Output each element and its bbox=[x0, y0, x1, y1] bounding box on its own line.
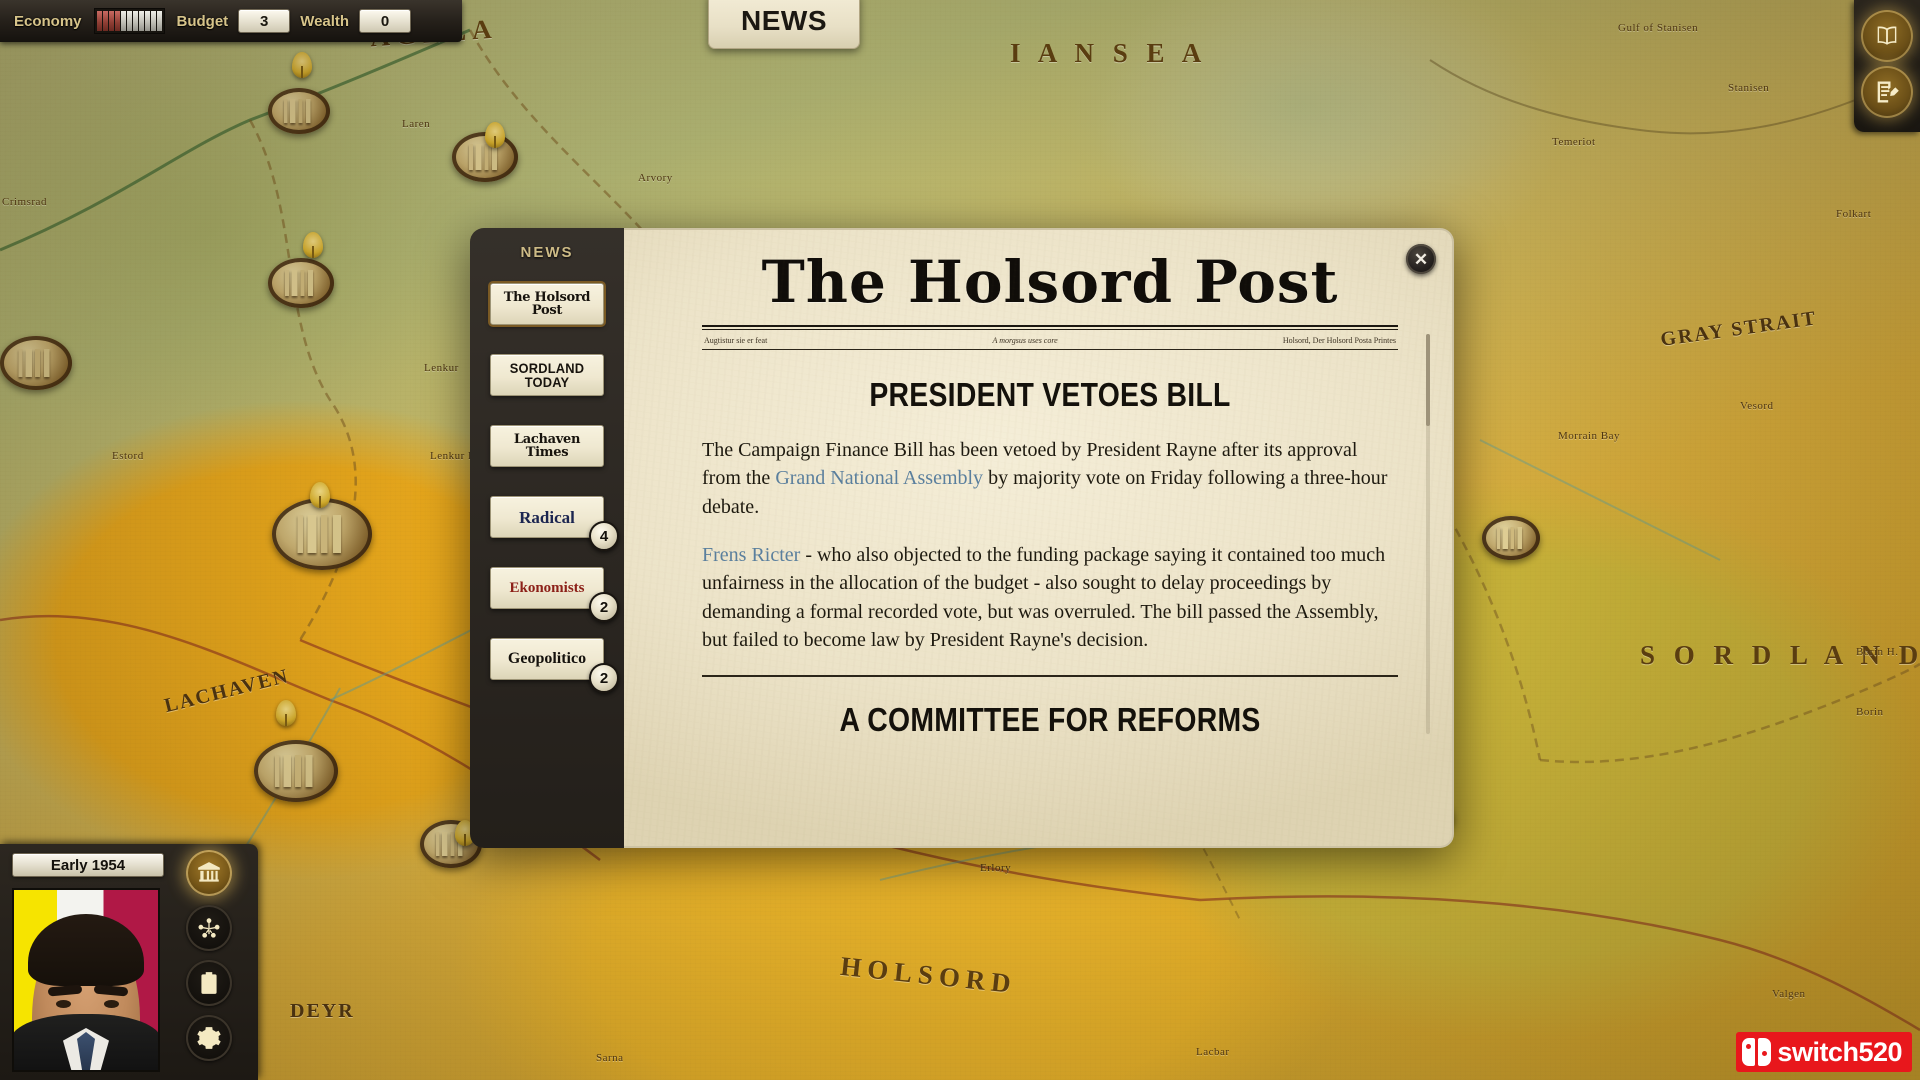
economy-segment bbox=[114, 11, 120, 31]
newspaper-tab-2[interactable]: Lachaven Times bbox=[490, 425, 604, 467]
paragraph-2-text: - who also objected to the funding packa… bbox=[702, 544, 1386, 652]
masthead-rule bbox=[702, 324, 1398, 332]
newspaper-tab-label: The Holsord Post bbox=[503, 290, 591, 318]
newspaper-masthead: The Holsord Post bbox=[761, 248, 1339, 316]
article-divider bbox=[702, 674, 1398, 677]
news-article-page: ✕ The Holsord Post Augtistur sie er feat… bbox=[624, 228, 1454, 848]
byline-middle: A morgsus uses core bbox=[992, 335, 1058, 345]
byline-left: Augtistur sie er feat bbox=[704, 335, 768, 345]
notepad-edit-icon bbox=[1877, 81, 1899, 103]
economy-segment bbox=[120, 11, 126, 31]
book-icon bbox=[1877, 26, 1897, 45]
article-paragraph-2: Frens Ricter - who also objected to the … bbox=[702, 541, 1398, 655]
newspaper-tab-badge: 4 bbox=[589, 521, 619, 551]
news-top-tab[interactable]: NEWS bbox=[708, 0, 860, 49]
article-headline-2: A COMMITTEE FOR REFORMS bbox=[839, 700, 1261, 738]
economy-segment bbox=[126, 11, 132, 31]
bottom-left-hud: Early 1954 bbox=[0, 844, 258, 1080]
close-icon[interactable]: ✕ bbox=[1406, 244, 1436, 274]
newspaper-tab-label: Ekonomists bbox=[509, 579, 585, 596]
wealth-label: Wealth bbox=[300, 12, 350, 30]
newspaper-tab-label: SORDLAND TODAY bbox=[509, 360, 585, 390]
budget-value: 3 bbox=[238, 9, 291, 33]
gear-icon-button[interactable] bbox=[186, 1015, 232, 1061]
date-plate: Early 1954 bbox=[12, 853, 164, 877]
government-building-icon-button[interactable] bbox=[186, 850, 232, 896]
economy-meter bbox=[93, 8, 165, 34]
newspaper-tab-list: The Holsord Post SORDLAND TODAY Lachaven T… bbox=[470, 283, 624, 693]
link-frens-ricter[interactable]: Frens Ricter bbox=[702, 544, 800, 566]
gear-icon bbox=[197, 1027, 221, 1049]
newspaper-byline: Augtistur sie er feat A morgsus uses cor… bbox=[702, 332, 1398, 350]
economy-segment bbox=[156, 11, 162, 31]
newspaper-tab-1[interactable]: SORDLAND TODAY bbox=[490, 354, 604, 396]
economy-segment bbox=[150, 11, 156, 31]
news-sidebar-title: NEWS bbox=[520, 244, 574, 261]
budget-label: Budget bbox=[176, 12, 229, 30]
government-building-icon bbox=[198, 862, 220, 882]
newspaper-tab-label: Radical bbox=[519, 507, 575, 527]
newspaper-tab-3[interactable]: Radical 4 bbox=[490, 496, 619, 551]
news-panel: NEWS The Holsord Post SORDLAND TODAY Lacha… bbox=[470, 228, 1454, 848]
newspaper-tab-label: Lachaven Times bbox=[513, 432, 581, 460]
network-nodes-icon bbox=[198, 918, 220, 938]
newspaper-tab-badge: 2 bbox=[589, 592, 619, 622]
newspaper-tab-label: Geopolitico bbox=[507, 650, 587, 667]
notepad-edit-icon-button[interactable] bbox=[1861, 66, 1913, 118]
economy-segment bbox=[138, 11, 144, 31]
article-headline: PRESIDENT VETOES BILL bbox=[869, 375, 1231, 413]
watermark: switch520 bbox=[1736, 1032, 1912, 1072]
news-top-tab-label: NEWS bbox=[741, 5, 827, 36]
economy-segment bbox=[132, 11, 138, 31]
right-toolbar bbox=[1854, 0, 1920, 132]
book-icon-button[interactable] bbox=[1861, 10, 1913, 62]
newspaper-tab-4[interactable]: Ekonomists 2 bbox=[490, 567, 619, 622]
economy-segment bbox=[144, 11, 150, 31]
joycon-logo-icon bbox=[1742, 1038, 1772, 1066]
hud-action-buttons bbox=[186, 850, 232, 1070]
economy-segment bbox=[102, 11, 108, 31]
newspaper-tab-5[interactable]: Geopolitico 2 bbox=[490, 638, 619, 693]
economy-segment bbox=[96, 11, 102, 31]
watermark-label: switch520 bbox=[1777, 1036, 1902, 1067]
article-scrollbar-thumb[interactable] bbox=[1426, 334, 1430, 426]
network-nodes-icon-button[interactable] bbox=[186, 905, 232, 951]
newspaper-tab-badge: 2 bbox=[589, 663, 619, 693]
clipboard-icon bbox=[201, 972, 217, 994]
wealth-value: 0 bbox=[359, 9, 412, 33]
article-scrollbar[interactable] bbox=[1426, 334, 1430, 734]
article-paragraph-1: The Campaign Finance Bill has been vetoe… bbox=[702, 436, 1398, 521]
byline-right: Holsord, Der Holsord Posta Printes bbox=[1282, 335, 1396, 345]
president-portrait[interactable] bbox=[12, 888, 160, 1072]
news-sidebar: NEWS The Holsord Post SORDLAND TODAY Lacha… bbox=[470, 228, 624, 848]
top-status-bar: Economy Budget 3 Wealth 0 bbox=[0, 0, 462, 42]
economy-label: Economy bbox=[14, 12, 82, 30]
clipboard-icon-button[interactable] bbox=[186, 960, 232, 1006]
link-grand-national-assembly[interactable]: Grand National Assembly bbox=[775, 467, 983, 489]
newspaper-tab-0[interactable]: The Holsord Post bbox=[490, 283, 604, 325]
economy-segment bbox=[108, 11, 114, 31]
